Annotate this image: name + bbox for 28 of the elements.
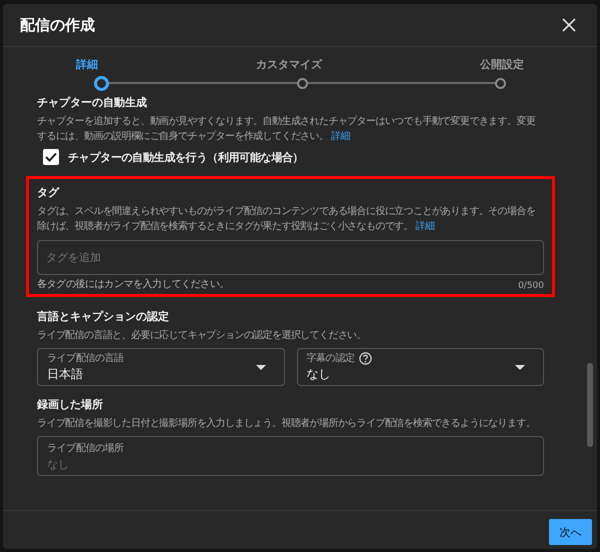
next-button[interactable]: 次へ	[549, 519, 592, 545]
step-label[interactable]: 公開設定	[480, 57, 524, 72]
section-title: チャプターの自動生成	[37, 95, 148, 110]
section-title: 録画した場所	[37, 397, 104, 412]
character-counter: 0/500	[518, 281, 544, 291]
checkbox-label: チャプターの自動生成を行う（利用可能な場合）	[68, 150, 304, 164]
section-description: タグは、スペルを間違えられやすいものがライブ配信のコンテンツである場合に役に立つことがあります。その場合を除けば、視聴者がライブ配信を検索するときにタグが果たす役割はごく小さなものです。 詳細	[37, 204, 536, 234]
scrollbar-thumb[interactable]	[587, 363, 593, 447]
section-description: ライブ配信を撮影した日付と撮影場所を入力しましょう。視聴者が場所からライブ配信を検索できるようになります。	[37, 416, 536, 431]
dropdown-select[interactable]: ライブ配信の言語 日本語	[37, 348, 284, 386]
location-field[interactable]: ライブ配信の場所 なし	[37, 436, 544, 476]
step-label[interactable]: カスタマイズ	[256, 57, 322, 72]
hint-text: 各タグの後にはカンマを入力してください。	[37, 278, 230, 291]
section-title: 言語とキャプションの認定	[37, 309, 170, 324]
learn-more-link[interactable]: 詳細	[331, 131, 350, 142]
help-icon[interactable]	[358, 352, 372, 364]
dialog-title: 配信の作成	[20, 16, 95, 34]
dropdown-select[interactable]: 字幕の認定 なし	[296, 348, 544, 386]
tag-input-field[interactable]: タグを追加	[37, 240, 544, 275]
close-icon[interactable]	[562, 18, 576, 32]
section-description: ライブ配信の言語と、必要に応じてキャプションの認定を選択してください。	[37, 328, 368, 343]
checkbox[interactable]	[43, 149, 59, 165]
step-label[interactable]: 詳細	[76, 57, 98, 72]
caret-icon	[515, 364, 525, 370]
section-description: チャプターを追加すると、動画が見やすくなります。自動生成されたチャプターはいつでも手動で変更できます。変更するには、動画の説明欄にご自身でチャプターを作成してください。 詳細	[37, 114, 536, 144]
learn-more-link[interactable]: 詳細	[416, 221, 434, 232]
caret-icon	[256, 364, 266, 370]
section-title: タグ	[37, 185, 60, 200]
